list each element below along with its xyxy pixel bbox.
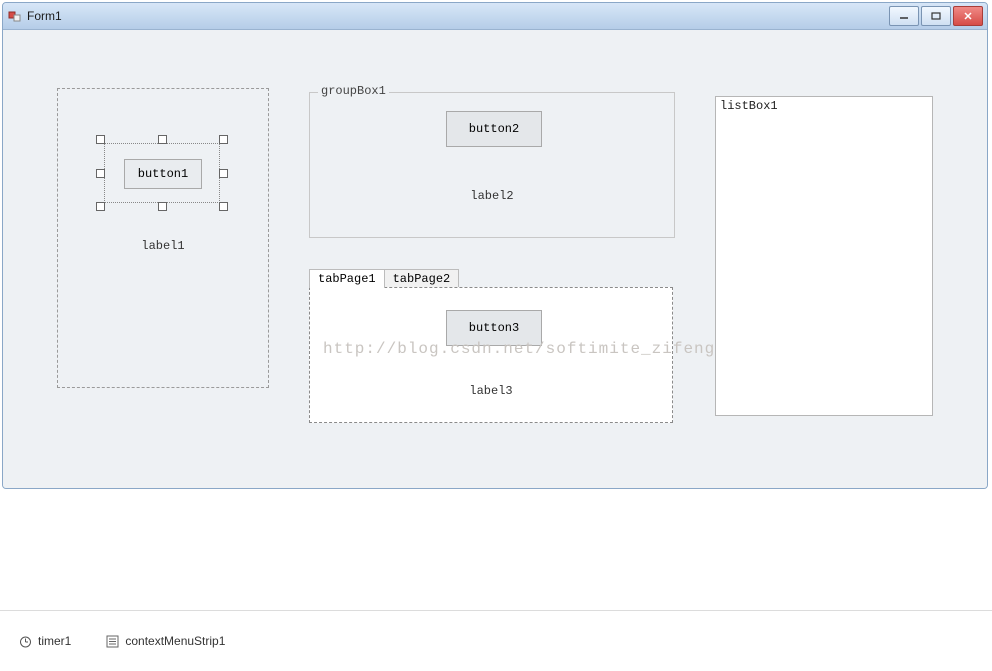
tab-tabpage2-label: tabPage2 [393, 272, 451, 286]
tab-tabpage1-label: tabPage1 [318, 272, 376, 286]
selection-adorner[interactable]: button1 [100, 139, 224, 207]
label1[interactable]: label1 [58, 239, 268, 253]
tray-timer1-label: timer1 [38, 634, 71, 648]
tab-tabpage2[interactable]: tabPage2 [384, 269, 460, 288]
button3-label: button3 [469, 321, 519, 335]
button3[interactable]: button3 [446, 310, 542, 346]
component-tray[interactable]: timer1 contextMenuStrip1 [0, 611, 992, 671]
maximize-button[interactable] [921, 6, 951, 26]
groupbox1-caption: groupBox1 [318, 84, 389, 98]
close-button[interactable] [953, 6, 983, 26]
tabpage1[interactable]: button3 label3 [309, 287, 673, 423]
panel1[interactable]: button1 label1 [57, 88, 269, 388]
tray-contextmenu-label: contextMenuStrip1 [125, 634, 225, 648]
window-title: Form1 [27, 9, 62, 23]
listbox1-item[interactable]: listBox1 [720, 99, 928, 113]
tabcontrol1[interactable]: tabPage1 tabPage2 button3 label3 [309, 268, 673, 424]
label2[interactable]: label2 [310, 189, 674, 203]
listbox1[interactable]: listBox1 [715, 96, 933, 416]
resize-handle-br[interactable] [219, 202, 228, 211]
button1-label: button1 [138, 167, 188, 181]
groupbox1[interactable]: groupBox1 button2 label2 [309, 92, 675, 238]
form-window: Form1 button1 [2, 2, 988, 489]
resize-handle-tm[interactable] [158, 135, 167, 144]
tray-contextmenustrip1[interactable]: contextMenuStrip1 [105, 634, 225, 648]
resize-handle-mr[interactable] [219, 169, 228, 178]
button2-label: button2 [469, 122, 519, 136]
titlebar[interactable]: Form1 [3, 3, 987, 30]
tab-tabpage1[interactable]: tabPage1 [309, 269, 385, 288]
resize-handle-tr[interactable] [219, 135, 228, 144]
button2[interactable]: button2 [446, 111, 542, 147]
tray-timer1[interactable]: timer1 [18, 634, 71, 648]
label3[interactable]: label3 [310, 384, 672, 398]
form-client-area[interactable]: button1 label1 groupBox1 button2 [3, 30, 987, 489]
window-controls [889, 6, 983, 26]
timer-icon [18, 634, 32, 648]
minimize-button[interactable] [889, 6, 919, 26]
contextmenu-icon [105, 634, 119, 648]
resize-handle-bl[interactable] [96, 202, 105, 211]
resize-handle-ml[interactable] [96, 169, 105, 178]
form-icon [7, 8, 23, 24]
tab-strip: tabPage1 tabPage2 [309, 268, 673, 288]
resize-handle-bm[interactable] [158, 202, 167, 211]
button1[interactable]: button1 [124, 159, 202, 189]
designer-surface: Form1 button1 [0, 0, 992, 671]
resize-handle-tl[interactable] [96, 135, 105, 144]
